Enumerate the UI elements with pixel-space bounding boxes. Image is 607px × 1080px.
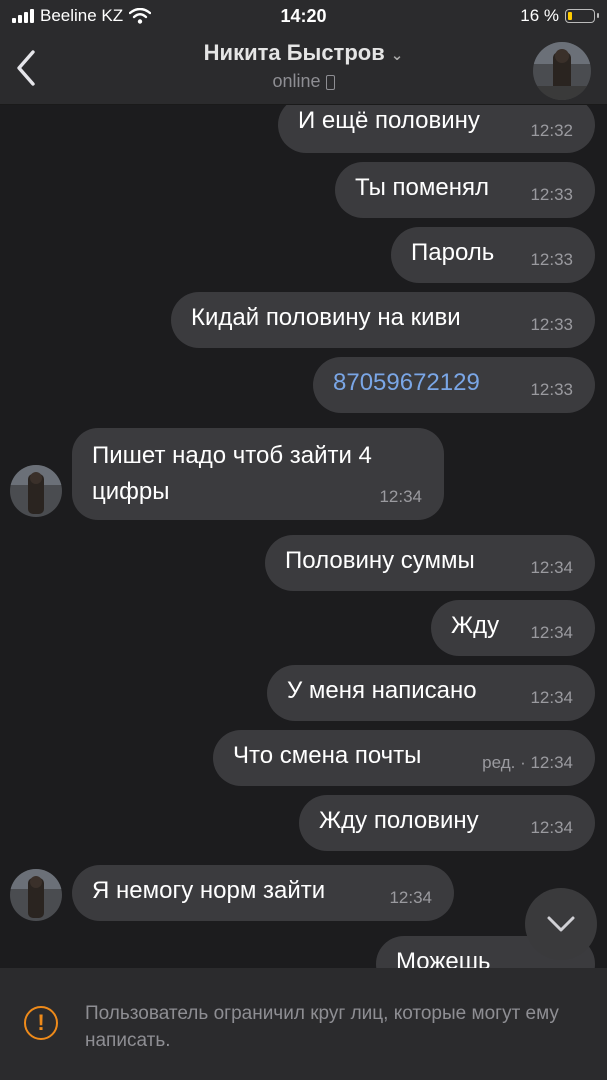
online-status: online bbox=[272, 71, 321, 91]
scroll-to-bottom-button[interactable] bbox=[525, 888, 597, 960]
message-text: Пишет надо чтоб зайти 4 цифры bbox=[92, 442, 372, 505]
battery-percent: 16 % bbox=[520, 6, 559, 25]
message-bubble-incoming[interactable]: Я немогу норм зайти 12:34 bbox=[72, 865, 454, 921]
message-time: 12:34 bbox=[530, 623, 573, 642]
phone-number-link[interactable]: 87059672129 bbox=[333, 369, 480, 397]
status-bar: Beeline KZ 14:20 16 % bbox=[0, 0, 607, 34]
chat-header: Никита Быстров ⌄ online bbox=[0, 34, 607, 105]
message-text: Половину суммы bbox=[285, 547, 475, 574]
message-time: 12:34 bbox=[389, 888, 432, 907]
message-bubble-outgoing[interactable]: Половину суммы 12:34 bbox=[265, 535, 595, 591]
message-time: 12:34 bbox=[530, 558, 573, 577]
contact-name: Никита Быстров bbox=[203, 40, 385, 65]
message-bubble-outgoing[interactable]: Ты поменял 12:33 bbox=[335, 162, 595, 218]
warning-icon: ! bbox=[24, 1006, 58, 1040]
battery-level bbox=[568, 12, 572, 20]
message-time-edited: ред. · 12:34 bbox=[482, 753, 573, 772]
message-time: 12:33 bbox=[530, 185, 573, 204]
message-bubble-incoming[interactable]: Пишет надо чтоб зайти 4 цифры 12:34 bbox=[72, 428, 444, 520]
restriction-banner: ! Пользователь ограничил круг лиц, котор… bbox=[0, 968, 607, 1080]
message-text: И ещё половину bbox=[298, 107, 480, 134]
message-bubble-outgoing[interactable]: Кидай половину на киви 12:33 bbox=[171, 292, 595, 348]
message-time: 12:33 bbox=[530, 315, 573, 334]
message-bubble-outgoing[interactable]: Что смена почты ред. · 12:34 bbox=[213, 730, 595, 786]
avatar-image bbox=[533, 42, 591, 100]
message-bubble-outgoing[interactable]: Жду половину 12:34 bbox=[299, 795, 595, 851]
message-text: Кидай половину на киви bbox=[191, 304, 461, 331]
message-time: 12:34 bbox=[530, 688, 573, 707]
message-text: Можешь bbox=[396, 948, 491, 968]
message-time: 12:34 bbox=[379, 487, 422, 506]
message-text: Пароль bbox=[411, 239, 495, 266]
message-time: 12:34 bbox=[530, 818, 573, 837]
contact-status: online bbox=[0, 71, 607, 92]
message-list[interactable]: И ещё половину 12:32 Ты поменял 12:33 Па… bbox=[0, 105, 607, 968]
sender-avatar[interactable] bbox=[10, 465, 62, 517]
status-right: 16 % bbox=[520, 6, 599, 26]
message-text: Что смена почты bbox=[233, 742, 422, 769]
chevron-down-icon: ⌄ bbox=[390, 47, 404, 64]
contact-avatar[interactable] bbox=[533, 42, 591, 100]
contact-title[interactable]: Никита Быстров ⌄ bbox=[0, 40, 607, 66]
message-bubble-outgoing[interactable]: У меня написано 12:34 bbox=[267, 665, 595, 721]
status-time: 14:20 bbox=[280, 6, 327, 26]
sender-avatar[interactable] bbox=[10, 869, 62, 921]
message-bubble-outgoing[interactable]: Жду 12:34 bbox=[431, 600, 595, 656]
message-time: 12:33 bbox=[530, 380, 573, 399]
message-time: 12:33 bbox=[530, 250, 573, 269]
message-text: Жду половину bbox=[319, 807, 479, 834]
message-bubble-outgoing[interactable]: 87059672129 12:33 bbox=[313, 357, 595, 413]
message-text: У меня написано bbox=[287, 677, 477, 704]
message-bubble-outgoing[interactable]: И ещё половину 12:32 bbox=[278, 105, 595, 153]
restriction-notice: Пользователь ограничил круг лиц, которые… bbox=[85, 1003, 559, 1051]
chevron-down-icon bbox=[547, 916, 575, 932]
message-text: Я немогу норм зайти bbox=[92, 877, 326, 904]
message-text: Жду bbox=[451, 612, 500, 639]
avatar-image bbox=[10, 869, 62, 921]
message-time: 12:32 bbox=[530, 121, 573, 140]
avatar-image bbox=[10, 465, 62, 517]
message-bubble-outgoing[interactable]: Пароль 12:33 bbox=[391, 227, 595, 283]
battery-icon bbox=[565, 9, 599, 23]
message-text: Ты поменял bbox=[355, 174, 489, 201]
mobile-phone-icon bbox=[325, 74, 335, 90]
